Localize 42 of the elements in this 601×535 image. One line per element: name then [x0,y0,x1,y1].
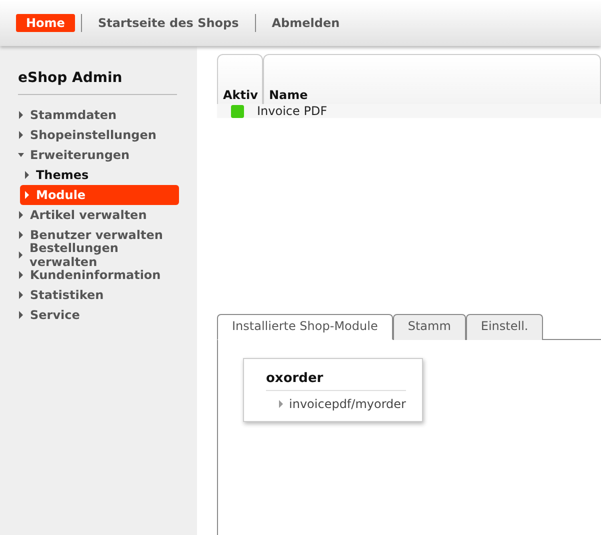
caret-icon [18,211,24,219]
bullet-icon [278,400,284,408]
column-header[interactable]: Aktiv [217,54,263,104]
nav-label: Service [30,308,80,322]
nav-label: Statistiken [30,288,104,302]
caret-icon [18,151,24,159]
nav-item[interactable]: Artikel verwalten [18,205,177,225]
nav-label: Artikel verwalten [30,208,147,222]
nav-item[interactable]: Module [20,185,179,205]
nav-item[interactable]: Themes [20,165,179,185]
nav-label: Module [36,188,86,202]
tab[interactable]: Stamm [392,314,466,340]
sidebar-title: eShop Admin [18,70,177,95]
nav-link[interactable]: Abmelden [262,14,350,32]
nav-link[interactable]: Home [16,14,75,32]
caret-icon [24,171,30,179]
caret-icon [18,311,24,319]
nav-label: Shopeinstellungen [30,128,156,142]
nav-item[interactable]: Service [18,305,177,325]
caret-icon [24,191,30,199]
caret-icon [18,111,24,119]
extension-path: invoicepdf/myorder [289,397,406,411]
nav-label: Erweiterungen [30,148,130,162]
caret-icon [18,291,24,299]
caret-icon [18,271,24,279]
tab[interactable]: Installierte Shop-Module [217,314,393,340]
nav-item[interactable]: Statistiken [18,285,177,305]
nav-item[interactable]: Stammdaten [18,105,177,125]
caret-icon [18,131,24,139]
nav-label: Kundeninformation [30,268,161,282]
nav-item[interactable]: Erweiterungen [18,145,177,165]
nav-item[interactable]: Shopeinstellungen [18,125,177,145]
table-cell: Invoice PDF [257,104,328,118]
card-title: oxorder [266,371,406,391]
caret-icon [18,231,24,239]
column-header[interactable]: Name [262,54,601,104]
nav-label: Themes [36,168,89,182]
caret-icon [18,251,24,259]
nav-link[interactable]: Startseite des Shops [88,14,249,32]
tab[interactable]: Einstell. [466,314,544,340]
nav-label: Benutzer verwalten [30,228,163,242]
nav-label: Stammdaten [30,108,117,122]
